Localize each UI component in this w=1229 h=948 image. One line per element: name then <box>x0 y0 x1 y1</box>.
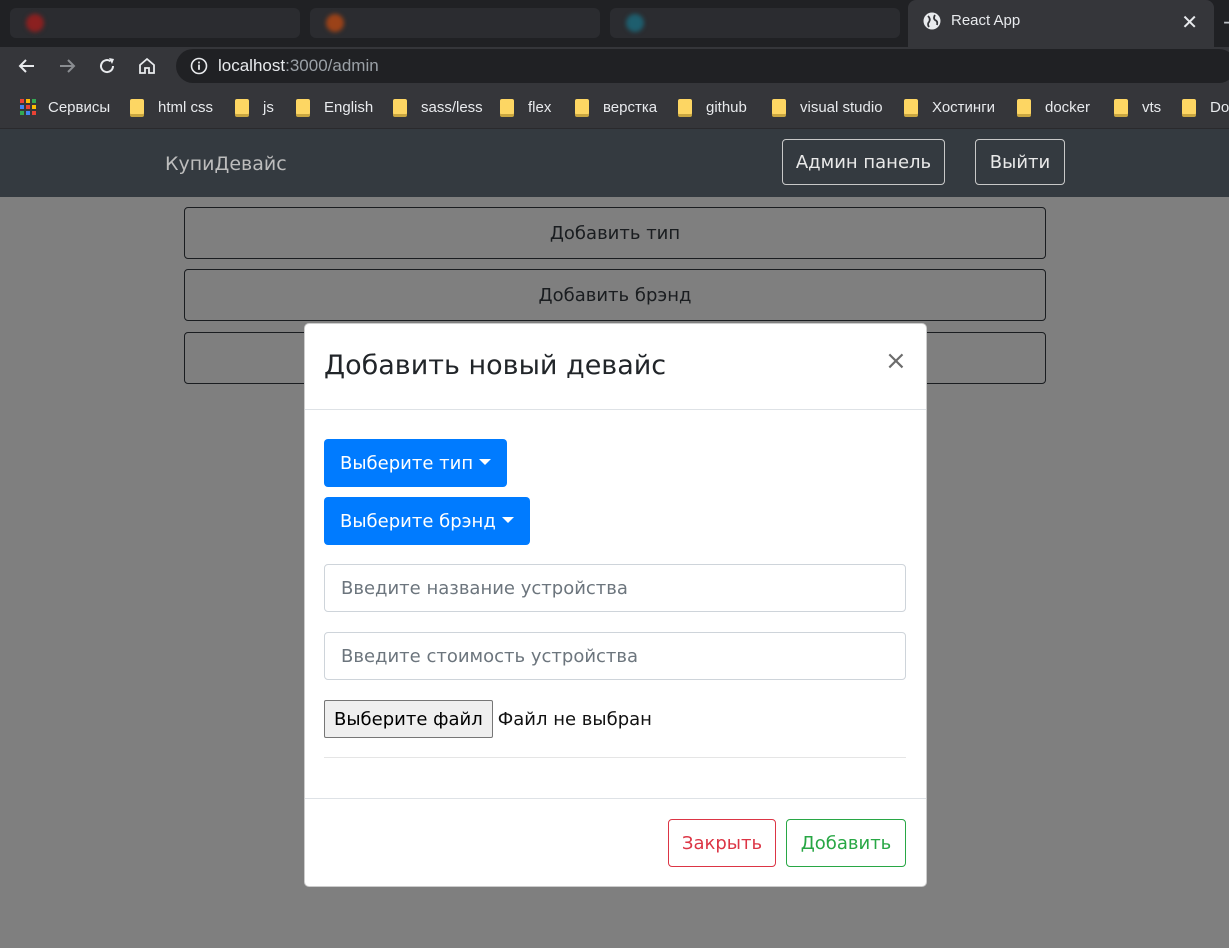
home-icon[interactable] <box>134 53 160 79</box>
bookmark-label: visual studio <box>800 98 883 116</box>
bookmarks-bar: Сервисы html css js English sass/less flex вер… <box>0 85 1229 129</box>
url-text[interactable]: localhost:3000/admin <box>218 56 379 76</box>
bookmark-label: Do <box>1210 98 1229 116</box>
modal-header: Добавить новый девайс × <box>305 324 926 410</box>
tab-title: React App <box>951 12 1021 29</box>
browser-toolbar: localhost:3000/admin <box>0 47 1229 85</box>
bookmark-item[interactable]: flex <box>500 97 551 117</box>
bookmark-label: Сервисы <box>48 98 111 116</box>
bookmark-label: sass/less <box>421 98 483 116</box>
brand-logo[interactable]: КупиДевайс <box>165 153 287 175</box>
bookmark-item[interactable]: Сервисы <box>20 97 110 117</box>
tab-favicon <box>326 14 344 32</box>
bookmark-item[interactable]: Do <box>1182 97 1229 117</box>
site-info-icon[interactable] <box>190 57 208 75</box>
folder-icon <box>1017 99 1031 117</box>
back-icon[interactable] <box>14 53 40 79</box>
bookmark-label: docker <box>1045 98 1091 116</box>
background-tab[interactable] <box>10 8 300 38</box>
bookmark-item[interactable]: верстка <box>575 97 657 117</box>
divider <box>324 757 906 758</box>
bookmark-item[interactable]: js <box>235 97 274 117</box>
bookmark-item[interactable]: docker <box>1017 97 1090 117</box>
forward-icon[interactable] <box>54 53 80 79</box>
modal-title: Добавить новый девайс <box>324 350 667 381</box>
tab-favicon <box>26 14 44 32</box>
close-button[interactable]: Закрыть <box>668 819 776 867</box>
background-tab[interactable] <box>610 8 900 38</box>
file-input: Выберите файл Файл не выбран <box>324 700 652 738</box>
brand-dropdown-button[interactable]: Выберите брэнд <box>324 497 530 545</box>
new-tab-icon[interactable]: + <box>1222 10 1229 34</box>
folder-icon <box>235 99 249 117</box>
site-navbar: КупиДевайс Админ панель Выйти <box>0 129 1229 197</box>
folder-icon <box>130 99 144 117</box>
url-path: :3000/admin <box>285 56 379 75</box>
background-tab[interactable] <box>310 8 600 38</box>
admin-panel-button[interactable]: Админ панель <box>782 139 945 185</box>
folder-icon <box>1182 99 1196 117</box>
type-dropdown-label: Выберите тип <box>340 452 474 474</box>
tab-react-app[interactable]: React App ✕ <box>908 0 1214 47</box>
add-button[interactable]: Добавить <box>786 819 906 867</box>
file-status-text: Файл не выбран <box>497 708 652 730</box>
folder-icon <box>393 99 407 117</box>
logout-button[interactable]: Выйти <box>975 139 1065 185</box>
device-name-input[interactable] <box>324 564 906 612</box>
caret-down-icon <box>479 459 492 465</box>
folder-icon <box>1114 99 1128 117</box>
bookmark-label: vts <box>1142 98 1162 116</box>
reload-icon[interactable] <box>94 53 120 79</box>
bookmark-label: js <box>263 98 274 116</box>
browser-tabstrip: React App ✕ + <box>0 0 1229 47</box>
choose-file-button[interactable]: Выберите файл <box>324 700 493 738</box>
folder-icon <box>575 99 589 117</box>
folder-icon <box>500 99 514 117</box>
bookmark-item[interactable]: github <box>678 97 747 117</box>
add-device-modal: Добавить новый девайс × Выберите тип Выб… <box>304 323 927 887</box>
bookmark-label: English <box>324 98 374 116</box>
tab-close-icon[interactable]: ✕ <box>1181 10 1198 34</box>
bookmark-label: flex <box>528 98 552 116</box>
bookmark-item[interactable]: html css <box>130 97 213 117</box>
bookmark-label: Хостинги <box>932 98 996 116</box>
folder-icon <box>296 99 310 117</box>
tab-favicon <box>626 14 644 32</box>
bookmark-item[interactable]: Хостинги <box>904 97 995 117</box>
device-price-input[interactable] <box>324 632 906 680</box>
modal-footer: Закрыть Добавить <box>305 798 926 887</box>
globe-icon <box>923 12 941 30</box>
folder-icon <box>772 99 786 117</box>
bookmark-label: github <box>706 98 747 116</box>
url-host: localhost <box>218 56 286 75</box>
type-dropdown-button[interactable]: Выберите тип <box>324 439 508 487</box>
folder-icon <box>678 99 692 117</box>
brand-dropdown-label: Выберите брэнд <box>340 510 496 532</box>
apps-icon <box>20 99 36 115</box>
bookmark-item[interactable]: sass/less <box>393 97 483 117</box>
bookmark-label: html css <box>158 98 214 116</box>
folder-icon <box>904 99 918 117</box>
bookmark-item[interactable]: vts <box>1114 97 1161 117</box>
close-icon[interactable]: × <box>885 348 907 374</box>
address-bar[interactable]: localhost:3000/admin <box>176 49 1229 83</box>
bookmark-label: верстка <box>603 98 658 116</box>
bookmark-item[interactable]: visual studio <box>772 97 883 117</box>
bookmark-item[interactable]: English <box>296 97 373 117</box>
caret-down-icon <box>501 517 514 523</box>
